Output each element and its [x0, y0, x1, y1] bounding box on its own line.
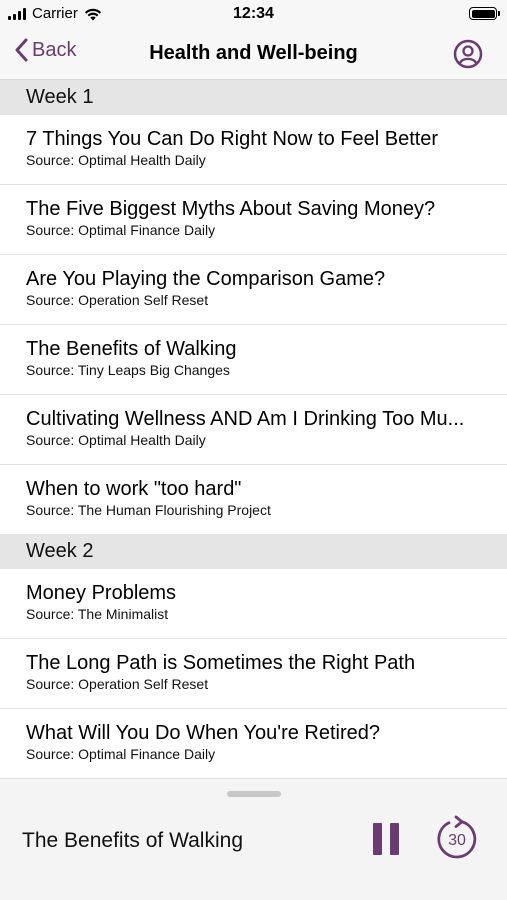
list-item[interactable]: When to work "too hard" Source: The Huma…	[0, 465, 507, 534]
drag-handle[interactable]	[227, 791, 281, 797]
episode-title: The Long Path is Sometimes the Right Pat…	[26, 652, 416, 674]
status-bar: Carrier 12:34	[0, 0, 507, 30]
episode-title: When to work "too hard"	[26, 478, 242, 500]
pause-button[interactable]	[373, 823, 399, 855]
user-circle-icon	[453, 39, 483, 69]
episode-title: What Will You Do When You're Retired?	[26, 722, 381, 744]
page-title: Health and Well-being	[149, 42, 358, 64]
navigation-bar: Back Health and Well-being	[0, 30, 507, 80]
list-item[interactable]: Are You Playing the Comparison Game? Sou…	[0, 255, 507, 325]
list-item[interactable]: The Five Biggest Myths About Saving Mone…	[0, 185, 507, 255]
episode-title: The Benefits of Walking	[26, 338, 237, 360]
pause-icon	[390, 823, 399, 855]
episode-title: 7 Things You Can Do Right Now to Feel Be…	[26, 128, 439, 150]
battery-icon	[469, 7, 500, 20]
episode-source: Source: Optimal Health Daily	[26, 432, 206, 448]
now-playing-title[interactable]: The Benefits of Walking	[22, 829, 243, 853]
skip-label: 30	[448, 832, 466, 849]
pause-icon	[373, 823, 382, 855]
status-time: 12:34	[233, 5, 274, 22]
list-item[interactable]: What Will You Do When You're Retired? So…	[0, 709, 507, 778]
profile-button[interactable]	[453, 39, 483, 69]
list-item[interactable]: The Benefits of Walking Source: Tiny Lea…	[0, 325, 507, 395]
episode-source: Source: Operation Self Reset	[26, 676, 209, 692]
list-item[interactable]: Money Problems Source: The Minimalist	[0, 569, 507, 639]
episode-list[interactable]: Week 1 7 Things You Can Do Right Now to …	[0, 80, 507, 778]
mini-player[interactable]: The Benefits of Walking 30	[0, 778, 507, 900]
episode-source: Source: Operation Self Reset	[26, 292, 209, 308]
skip-forward-30-button[interactable]: 30	[434, 815, 480, 861]
episode-title: Cultivating Wellness AND Am I Drinking T…	[26, 408, 465, 430]
episode-source: Source: Optimal Finance Daily	[26, 746, 216, 762]
section-header: Week 2	[0, 534, 507, 569]
episode-source: Source: Optimal Health Daily	[26, 152, 206, 168]
list-item[interactable]: Cultivating Wellness AND Am I Drinking T…	[0, 395, 507, 465]
episode-source: Source: Tiny Leaps Big Changes	[26, 362, 230, 378]
list-item[interactable]: 7 Things You Can Do Right Now to Feel Be…	[0, 115, 507, 185]
episode-source: Source: The Human Flourishing Project	[26, 502, 271, 518]
episode-title: The Five Biggest Myths About Saving Mone…	[26, 198, 436, 220]
episode-source: Source: The Minimalist	[26, 606, 169, 622]
skip-forward-30-icon: 30	[437, 815, 477, 859]
list-item[interactable]: The Long Path is Sometimes the Right Pat…	[0, 639, 507, 709]
section-header: Week 1	[0, 80, 507, 115]
episode-source: Source: Optimal Finance Daily	[26, 222, 216, 238]
episode-title: Are You Playing the Comparison Game?	[26, 268, 386, 290]
episode-title: Money Problems	[26, 582, 177, 604]
